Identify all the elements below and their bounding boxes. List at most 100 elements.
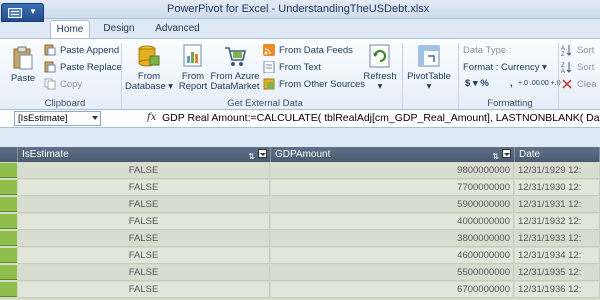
row-selector[interactable] [0, 214, 17, 229]
table-cell[interactable]: FALSE [18, 163, 270, 179]
text-file-icon [263, 61, 275, 74]
sort-descending-button[interactable]: Z A Sort [561, 60, 594, 76]
table-cell[interactable]: FALSE [18, 282, 270, 298]
row-selector[interactable] [0, 265, 17, 280]
ribbon-separator [458, 43, 459, 109]
table-cell[interactable]: 12/31/1936 12: [515, 282, 600, 298]
from-data-feeds-button[interactable]: From Data Feeds [263, 43, 353, 59]
table-cell[interactable]: 9800000000 [271, 163, 514, 179]
ribbon-separator [402, 43, 403, 109]
ribbon-separator [558, 43, 559, 109]
increase-decimal-button[interactable]: +.0 .00 [518, 76, 540, 92]
formula-bar: [IsEstimate] fx GDP Real Amount:=CALCULA… [0, 110, 600, 128]
formatting-group-label: Formatting [487, 98, 533, 109]
data-feed-icon [263, 44, 275, 57]
data-type-dropdown[interactable]: Data Type : [463, 43, 511, 59]
paste-replace-button[interactable]: Paste Replace [44, 60, 122, 76]
table-cell[interactable]: 12/31/1934 12: [515, 248, 600, 264]
select-all-corner[interactable] [0, 147, 18, 162]
table-cell[interactable]: 4600000000 [271, 248, 514, 264]
chevron-down-icon[interactable] [92, 116, 98, 120]
row-selector[interactable] [0, 282, 17, 297]
table-cell[interactable]: 5900000000 [271, 197, 514, 213]
table-cell[interactable]: 12/31/1930 12: [515, 180, 600, 196]
formula-input[interactable]: GDP Real Amount:=CALCULATE( tblRealAdj[c… [162, 112, 600, 124]
ribbon: Paste Paste Append Paste Replace Copy Cl… [0, 38, 600, 110]
row-selector[interactable] [0, 231, 17, 246]
table-cell[interactable]: FALSE [18, 197, 270, 213]
clear-sort-button[interactable]: Clea [561, 77, 597, 93]
fx-icon[interactable]: fx [147, 112, 156, 123]
paste-icon [13, 46, 33, 70]
column-header-isestimate[interactable]: IsEstimate ⇅ [18, 147, 271, 162]
currency-percent-buttons[interactable]: $ ▾ % [465, 76, 489, 92]
paste-replace-icon [44, 61, 56, 73]
row-selector[interactable] [0, 197, 17, 212]
data-grid: IsEstimate ⇅ GDPAmount ⇅ Date FALSE 98000… [0, 147, 600, 300]
table-cell[interactable]: 5500000000 [271, 265, 514, 281]
table-cell[interactable]: FALSE [18, 180, 270, 196]
column-header-gdpamount[interactable]: GDPAmount ⇅ [271, 147, 515, 162]
from-database-button[interactable]: From Database ▾ [124, 43, 174, 92]
spacer [0, 128, 600, 147]
name-box-value: [IsEstimate] [18, 113, 68, 124]
other-sources-icon [263, 78, 275, 90]
pivottable-icon [418, 45, 440, 67]
format-dropdown[interactable]: Format : Currency ▾ [463, 60, 547, 76]
paste-button[interactable]: Paste [6, 45, 40, 84]
table-cell[interactable]: 12/31/1935 12: [515, 265, 600, 281]
paste-append-icon [44, 44, 56, 56]
row-selector[interactable] [0, 163, 17, 178]
sort-icon[interactable]: ⇅ [248, 152, 255, 161]
column-header-date[interactable]: Date [515, 147, 600, 162]
name-box[interactable]: [IsEstimate] [14, 111, 101, 126]
file-menu-button[interactable]: ▼ [1, 3, 44, 22]
copy-icon [44, 78, 56, 90]
sort-ascending-icon: AZ [561, 45, 572, 56]
from-text-button[interactable]: From Text [263, 60, 321, 76]
title-bar: ▼ PowerPivot for Excel - UnderstandingTh… [0, 0, 600, 22]
refresh-icon [369, 44, 390, 68]
table-cell[interactable]: FALSE [18, 231, 270, 247]
sort-icon[interactable]: ⇅ [492, 152, 499, 161]
window-title: PowerPivot for Excel - UnderstandingTheU… [167, 3, 430, 15]
table-cell[interactable]: FALSE [18, 214, 270, 230]
row-selector[interactable] [0, 248, 17, 263]
filter-dropdown-icon[interactable] [258, 149, 267, 158]
comma-style-button[interactable]: , [510, 76, 513, 92]
table-cell[interactable]: FALSE [18, 265, 270, 281]
shopping-cart-icon [225, 47, 246, 66]
ribbon-separator [121, 43, 122, 109]
from-report-button[interactable]: From Report [176, 43, 210, 92]
paste-append-button[interactable]: Paste Append [44, 43, 119, 59]
copy-button[interactable]: Copy [44, 77, 82, 93]
window-menu-icon [8, 8, 22, 18]
from-other-sources-button[interactable]: From Other Sources [263, 77, 365, 93]
sort-ascending-button[interactable]: A Z Sort [561, 43, 594, 59]
report-icon [183, 44, 202, 67]
row-selector[interactable] [0, 180, 17, 195]
table-cell[interactable]: 12/31/1932 12: [515, 214, 600, 230]
chevron-down-icon: ▼ [29, 7, 37, 16]
table-cell[interactable]: 4000000000 [271, 214, 514, 230]
refresh-button[interactable]: Refresh ▾ [363, 43, 397, 92]
table-cell[interactable]: 12/31/1929 12: [515, 163, 600, 179]
table-cell[interactable]: 12/31/1931 12: [515, 197, 600, 213]
database-icon [138, 45, 160, 67]
tab-design[interactable]: Design [98, 20, 140, 38]
table-cell[interactable]: FALSE [18, 248, 270, 264]
pivottable-button[interactable]: PivotTable ▾ [404, 43, 454, 92]
table-cell[interactable]: 3800000000 [271, 231, 514, 247]
svg-text:Z: Z [561, 52, 565, 56]
filter-dropdown-icon[interactable] [502, 149, 511, 158]
table-cell[interactable]: 6700000000 [271, 282, 514, 298]
from-azure-datamarket-button[interactable]: From Azure DataMarket [210, 43, 260, 92]
sort-descending-icon: ZA [561, 62, 572, 73]
svg-text:A: A [561, 69, 565, 73]
tab-home[interactable]: Home [50, 20, 90, 38]
clear-sort-icon [562, 79, 572, 90]
table-cell[interactable]: 7700000000 [271, 180, 514, 196]
tab-advanced[interactable]: Advanced [150, 20, 205, 38]
table-cell[interactable]: 12/31/1933 12: [515, 231, 600, 247]
clipboard-group-label: Clipboard [44, 98, 86, 109]
